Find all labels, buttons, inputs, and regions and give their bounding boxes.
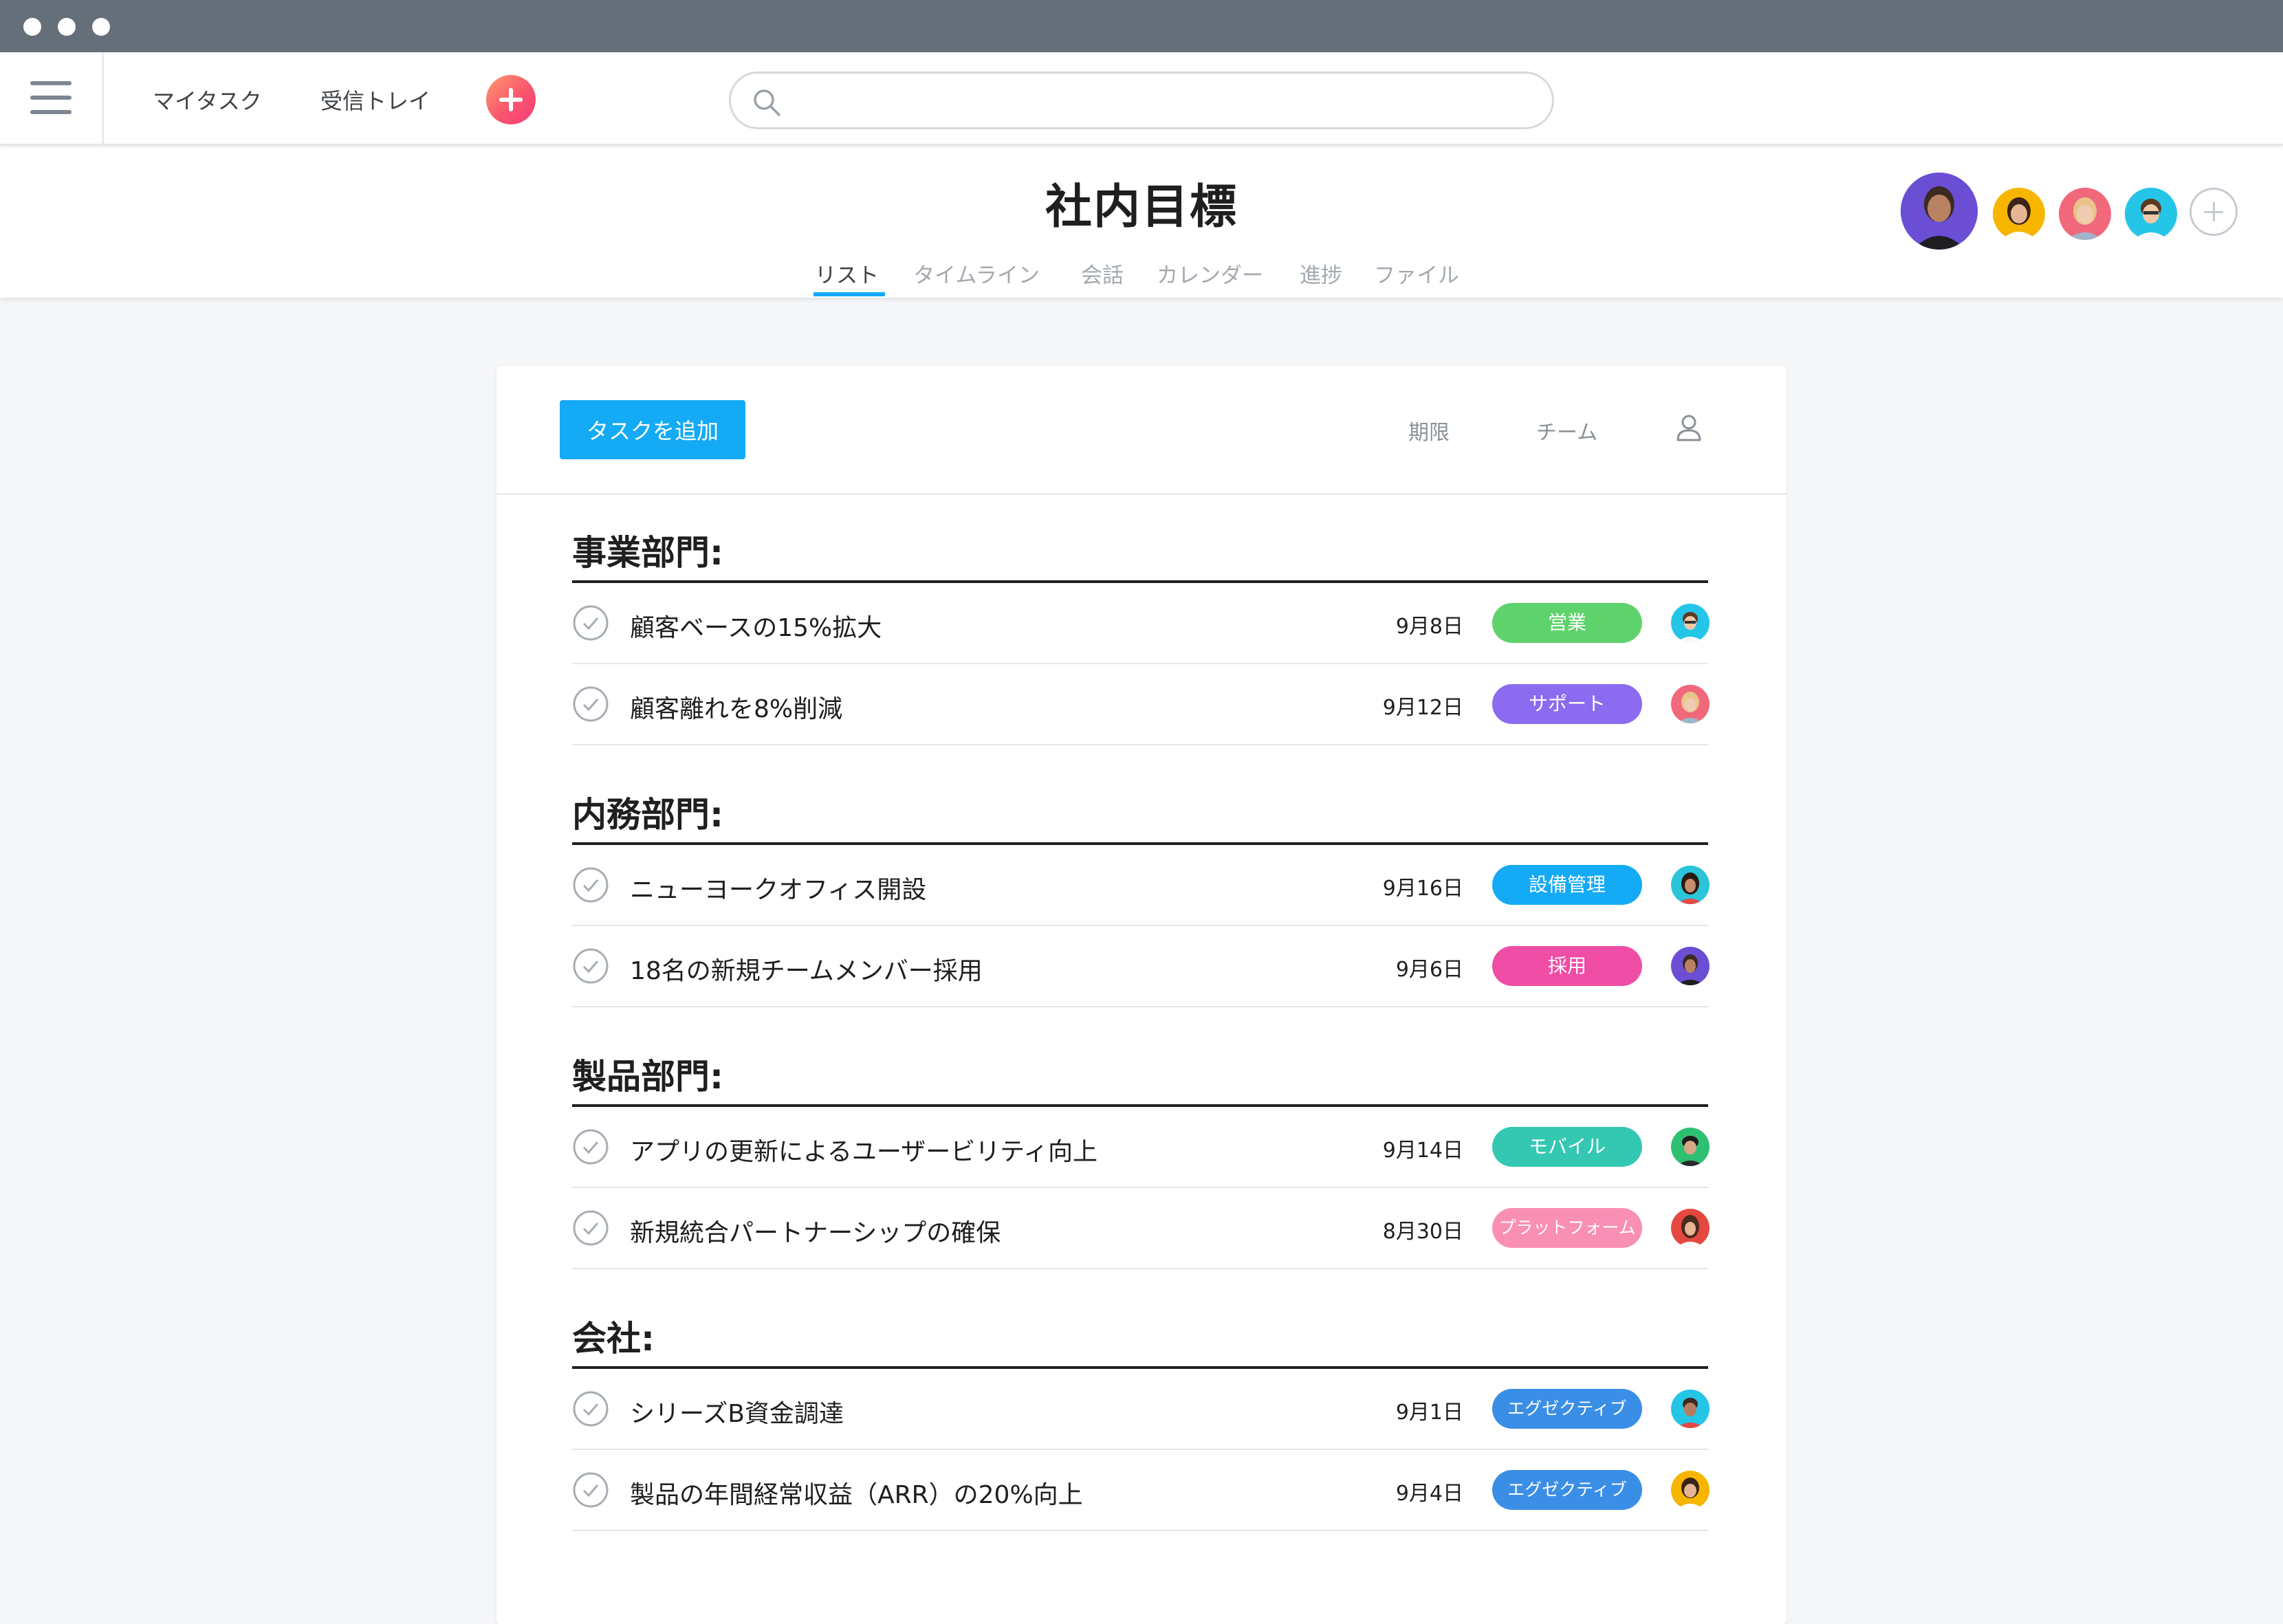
tag-badge[interactable]: サポート bbox=[1492, 684, 1642, 724]
assignee-avatar[interactable] bbox=[1671, 1390, 1709, 1428]
tab-progress[interactable]: 進捗 bbox=[1300, 258, 1342, 289]
task-name[interactable]: 製品の年間経常収益（ARR）の20%向上 bbox=[630, 1475, 1083, 1511]
task-name[interactable]: シリーズB資金調達 bbox=[630, 1394, 844, 1429]
due-date[interactable]: 9月8日 bbox=[1396, 609, 1463, 639]
avatar[interactable] bbox=[1993, 188, 2045, 240]
tab-timeline[interactable]: タイムライン bbox=[913, 258, 1040, 289]
tab-calendar[interactable]: カレンダー bbox=[1157, 258, 1263, 289]
nav-divider bbox=[102, 52, 104, 144]
check-icon[interactable] bbox=[572, 947, 609, 985]
task-row[interactable]: ニューヨークオフィス開設 9月16日 設備管理 bbox=[572, 845, 1709, 926]
check-icon[interactable] bbox=[572, 685, 609, 723]
list-toolbar: タスクを追加 期限 チーム bbox=[496, 366, 1787, 495]
due-date[interactable]: 9月16日 bbox=[1383, 871, 1463, 901]
assignee-avatar[interactable] bbox=[1671, 1128, 1709, 1166]
tab-files[interactable]: ファイル bbox=[1374, 258, 1459, 289]
avatar[interactable] bbox=[2125, 188, 2177, 240]
task-row[interactable]: 18名の新規チームメンバー採用 9月6日 採用 bbox=[572, 926, 1709, 1007]
due-date[interactable]: 8月30日 bbox=[1383, 1214, 1463, 1244]
tag-badge[interactable]: エグゼクティブ bbox=[1492, 1470, 1642, 1510]
avatar[interactable] bbox=[2059, 188, 2111, 240]
window-maximize-dot[interactable] bbox=[92, 18, 110, 36]
task-list-card: タスクを追加 期限 チーム 事業部門: 顧客ベースの15%拡大 9月8日 営業 … bbox=[496, 366, 1787, 1624]
section-title: 内務部門: bbox=[572, 795, 723, 835]
tab-conversations[interactable]: 会話 bbox=[1081, 258, 1124, 289]
search-input[interactable] bbox=[793, 85, 1538, 118]
add-member-button[interactable] bbox=[2189, 188, 2238, 236]
hamburger-menu-icon[interactable] bbox=[30, 80, 72, 116]
search-icon bbox=[754, 89, 780, 116]
due-date[interactable]: 9月14日 bbox=[1383, 1133, 1463, 1163]
check-icon[interactable] bbox=[572, 604, 609, 641]
assignee-column-icon[interactable] bbox=[1674, 413, 1704, 443]
assignee-avatar[interactable] bbox=[1671, 866, 1709, 904]
assignee-avatar[interactable] bbox=[1671, 685, 1709, 723]
column-header-due[interactable]: 期限 bbox=[1408, 415, 1450, 446]
section-title: 会社: bbox=[572, 1319, 655, 1359]
active-tab-indicator bbox=[813, 292, 885, 296]
top-navigation-bar: マイタスク 受信トレイ bbox=[0, 52, 2283, 146]
nav-inbox-link[interactable]: 受信トレイ bbox=[320, 84, 430, 116]
assignee-avatar[interactable] bbox=[1671, 1209, 1709, 1247]
tag-badge[interactable]: モバイル bbox=[1492, 1127, 1642, 1167]
add-task-button[interactable]: タスクを追加 bbox=[560, 400, 745, 459]
due-date[interactable]: 9月4日 bbox=[1396, 1476, 1463, 1506]
browser-titlebar bbox=[0, 0, 2283, 52]
check-icon[interactable] bbox=[572, 1471, 609, 1508]
search-bar[interactable] bbox=[729, 72, 1554, 129]
tag-badge[interactable]: 採用 bbox=[1492, 946, 1642, 986]
nav-my-tasks-link[interactable]: マイタスク bbox=[153, 84, 262, 116]
check-icon[interactable] bbox=[572, 1390, 609, 1427]
quick-add-button[interactable] bbox=[486, 75, 536, 124]
window-minimize-dot[interactable] bbox=[58, 18, 76, 36]
tag-badge[interactable]: 営業 bbox=[1492, 603, 1642, 643]
due-date[interactable]: 9月1日 bbox=[1396, 1395, 1463, 1425]
task-name[interactable]: ニューヨークオフィス開設 bbox=[630, 870, 926, 906]
task-name[interactable]: 新規統合パートナーシップの確保 bbox=[630, 1213, 1001, 1249]
tab-list[interactable]: リスト bbox=[815, 258, 879, 289]
task-row[interactable]: 顧客離れを8%削減 9月12日 サポート bbox=[572, 664, 1709, 745]
assignee-avatar[interactable] bbox=[1671, 1471, 1709, 1509]
check-icon[interactable] bbox=[572, 866, 609, 903]
section-title: 製品部門: bbox=[572, 1057, 723, 1097]
task-name[interactable]: 顧客ベースの15%拡大 bbox=[630, 608, 882, 644]
project-header: 社内目標 リスト タイムライン 会話 カレンダー 進捗 ファイル bbox=[0, 148, 2283, 298]
check-icon[interactable] bbox=[572, 1209, 609, 1247]
column-header-team[interactable]: チーム bbox=[1536, 415, 1597, 446]
assignee-avatar[interactable] bbox=[1671, 604, 1709, 642]
tag-badge[interactable]: 設備管理 bbox=[1492, 865, 1642, 905]
task-row[interactable]: 新規統合パートナーシップの確保 8月30日 プラットフォーム bbox=[572, 1188, 1709, 1269]
avatar[interactable] bbox=[1901, 173, 1978, 250]
due-date[interactable]: 9月12日 bbox=[1383, 690, 1463, 721]
task-name[interactable]: アプリの更新によるユーザービリティ向上 bbox=[630, 1132, 1097, 1167]
check-icon[interactable] bbox=[572, 1128, 609, 1165]
task-name[interactable]: 18名の新規チームメンバー採用 bbox=[630, 951, 983, 987]
tag-badge[interactable]: エグゼクティブ bbox=[1492, 1389, 1642, 1429]
assignee-avatar[interactable] bbox=[1671, 947, 1709, 985]
task-row[interactable]: アプリの更新によるユーザービリティ向上 9月14日 モバイル bbox=[572, 1107, 1709, 1188]
task-row[interactable]: シリーズB資金調達 9月1日 エグゼクティブ bbox=[572, 1369, 1709, 1450]
task-name[interactable]: 顧客離れを8%削減 bbox=[630, 689, 842, 725]
task-row[interactable]: 顧客ベースの15%拡大 9月8日 営業 bbox=[572, 583, 1709, 664]
tag-badge[interactable]: プラットフォーム bbox=[1492, 1208, 1642, 1248]
section-title: 事業部門: bbox=[572, 533, 723, 573]
window-close-dot[interactable] bbox=[23, 18, 41, 36]
due-date[interactable]: 9月6日 bbox=[1396, 952, 1463, 983]
task-row[interactable]: 製品の年間経常収益（ARR）の20%向上 9月4日 エグゼクティブ bbox=[572, 1450, 1709, 1531]
